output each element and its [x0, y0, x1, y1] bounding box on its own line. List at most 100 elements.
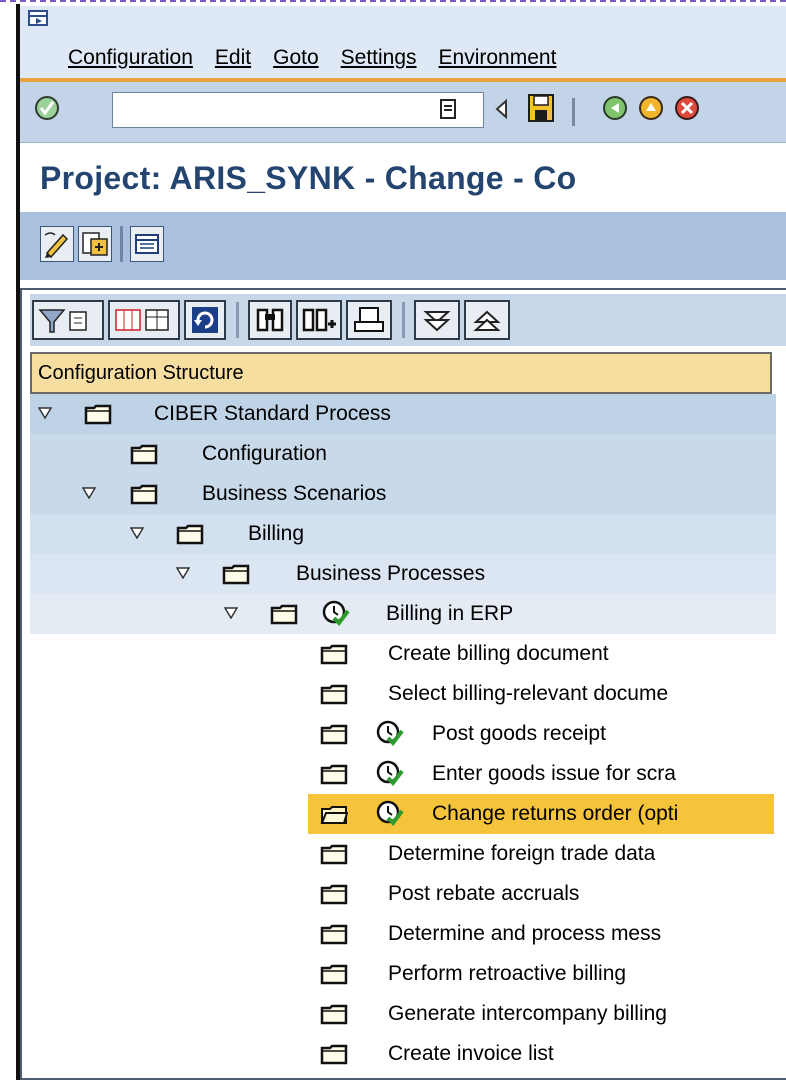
collapse-all-button[interactable] [464, 300, 510, 340]
tree-row-label: Select billing-relevant docume [388, 682, 669, 705]
save-icon[interactable] [526, 92, 556, 124]
process-clock-icon [376, 720, 404, 747]
find-button[interactable] [248, 300, 292, 340]
folder-icon [320, 964, 348, 985]
menu-edit[interactable]: Edit [215, 46, 251, 70]
tree-row-label: Configuration [202, 442, 327, 465]
folder-icon [320, 884, 348, 905]
back-arrow-small-icon[interactable] [494, 98, 510, 120]
columns-icon [115, 309, 169, 331]
expand-triangle-icon[interactable] [176, 567, 190, 579]
menu-settings[interactable]: Settings [341, 46, 417, 70]
tree-row-label: Business Processes [296, 562, 486, 585]
tree-row[interactable]: Select billing-relevant docume [30, 674, 776, 714]
tree-row-label: Post rebate accruals [388, 882, 580, 905]
system-toolbar [20, 82, 786, 143]
tree-row[interactable]: Determine and process mess [30, 914, 776, 954]
tree-row-label: Create billing document [388, 642, 609, 665]
tree-row-label: Enter goods issue for scra [432, 762, 676, 785]
edit-button[interactable] [40, 226, 74, 262]
edit-pencil-icon [44, 232, 69, 259]
tree-row-label: Determine and process mess [388, 922, 662, 945]
filter-button[interactable] [32, 300, 104, 340]
overview-button[interactable] [130, 226, 164, 262]
enter-icon[interactable] [32, 92, 62, 124]
expand-triangle-icon[interactable] [130, 527, 144, 539]
folder-icon [222, 564, 250, 585]
tree-row-label: Change returns order (opti [432, 802, 679, 825]
tree-row[interactable]: Generate intercompany billing [30, 994, 776, 1034]
tree-row[interactable]: Post goods receipt [30, 714, 776, 754]
columns-button[interactable] [108, 300, 180, 340]
tree-row-label: Post goods receipt [432, 722, 606, 745]
folder-icon [320, 1004, 348, 1025]
tree-row-label: Generate intercompany billing [388, 1002, 667, 1025]
menu-goto[interactable]: Goto [273, 46, 319, 70]
folder-icon [320, 724, 348, 745]
expand-triangle-icon[interactable] [224, 607, 238, 619]
command-field[interactable] [112, 92, 484, 128]
print-button[interactable] [346, 300, 392, 340]
process-clock-icon [376, 760, 404, 787]
tree-row[interactable]: Create invoice list [30, 1034, 776, 1074]
collapse-all-icon [473, 310, 501, 331]
expand-all-button[interactable] [414, 300, 460, 340]
tree-row[interactable]: Business Processes [30, 554, 776, 594]
back-icon[interactable] [600, 92, 630, 124]
tree-row-label: Create invoice list [388, 1042, 554, 1065]
tree-row-label: Billing in ERP [386, 602, 514, 625]
folder-icon [84, 404, 112, 425]
tree-row[interactable]: Billing [30, 514, 776, 554]
menu-configuration[interactable]: Configuration [68, 46, 193, 70]
menu-environment[interactable]: Environment [439, 46, 557, 70]
folder-icon [320, 764, 348, 785]
filter-icon [38, 309, 87, 333]
tree-row[interactable]: CIBER Standard Process [30, 394, 776, 434]
exit-icon[interactable] [636, 92, 666, 124]
cancel-icon[interactable] [672, 92, 702, 124]
folder-icon [320, 844, 348, 865]
tree-row[interactable]: Determine foreign trade data [30, 834, 776, 874]
tree-row[interactable]: Business Scenarios [30, 474, 776, 514]
change-display-button[interactable] [78, 226, 112, 262]
toolbar-separator [572, 98, 575, 126]
tree-row-label: Perform retroactive billing [388, 962, 627, 985]
tree-row[interactable]: Change returns order (opti [30, 794, 776, 834]
application-toolbar [20, 212, 786, 280]
tree-toolbar [30, 294, 786, 346]
tree-row-label: Determine foreign trade data [388, 842, 656, 865]
system-menu-icon[interactable] [28, 10, 48, 26]
toolbar-separator [120, 226, 123, 262]
expand-all-icon [423, 311, 451, 332]
refresh-icon [192, 307, 218, 333]
expand-triangle-icon[interactable] [82, 487, 96, 499]
tree-row[interactable]: Perform retroactive billing [30, 954, 776, 994]
find-next-icon [302, 308, 336, 332]
page-title: Project: ARIS_SYNK - Change - Co [40, 160, 577, 196]
folder-icon [130, 444, 158, 465]
command-dropdown-icon[interactable] [438, 98, 458, 120]
tree-column-header[interactable]: Configuration Structure [30, 352, 772, 394]
tree-row[interactable]: Create billing document [30, 634, 776, 674]
expand-triangle-icon[interactable] [38, 407, 52, 419]
folder-icon [270, 604, 298, 625]
process-clock-icon [322, 600, 350, 627]
process-clock-icon [376, 800, 404, 827]
tree-row[interactable]: Billing in ERP [30, 594, 776, 634]
menu-bar: Configuration Edit Goto Settings Environ… [20, 6, 786, 78]
tree-row-label: Billing [248, 522, 305, 545]
find-next-button[interactable] [296, 300, 342, 340]
find-icon [256, 308, 284, 332]
overview-icon [135, 234, 159, 254]
toolbar-separator [402, 302, 405, 338]
tree-row[interactable]: Configuration [30, 434, 776, 474]
folder-icon [320, 1044, 348, 1065]
toolbar-separator [236, 302, 239, 338]
print-icon [354, 307, 384, 332]
refresh-button[interactable] [184, 300, 226, 340]
tree-row[interactable]: Enter goods issue for scra [30, 754, 776, 794]
folder-open-icon [320, 806, 348, 824]
tree-row[interactable]: Post rebate accruals [30, 874, 776, 914]
folder-icon [320, 644, 348, 665]
folder-icon [320, 684, 348, 705]
